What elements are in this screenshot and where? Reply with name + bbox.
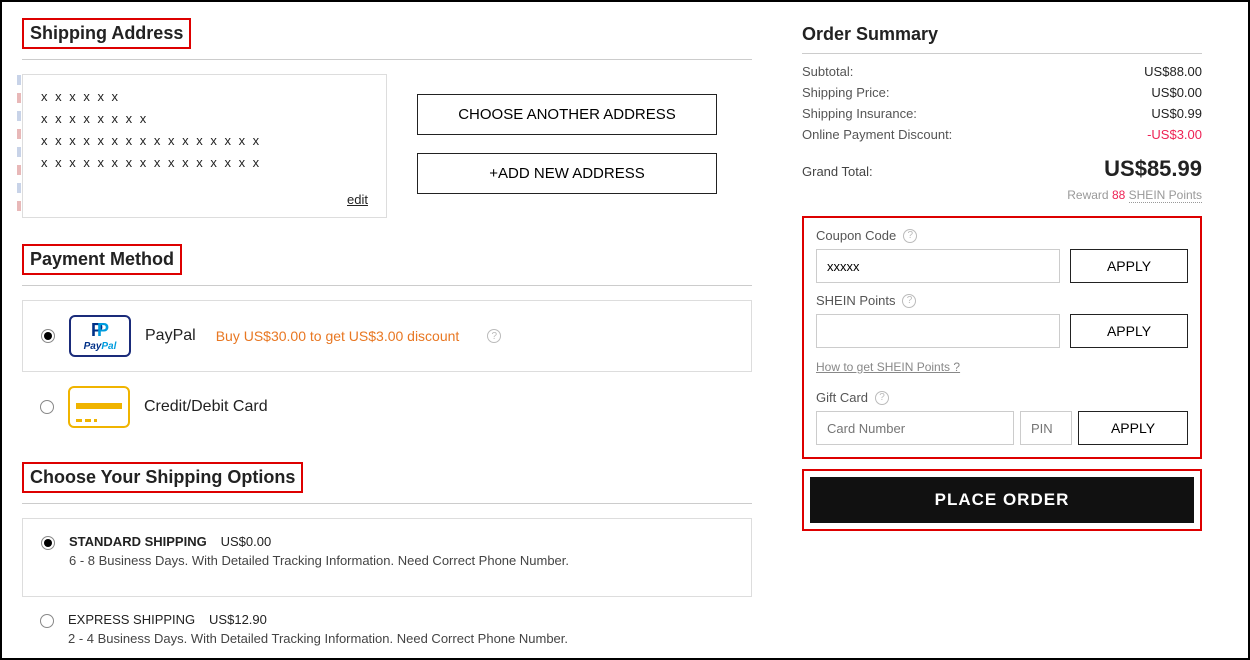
shipping-address-title: Shipping Address — [22, 18, 191, 49]
summary-row: Subtotal:US$88.00 — [802, 64, 1202, 79]
edit-address-link[interactable]: edit — [41, 192, 368, 207]
add-new-address-button[interactable]: +ADD NEW ADDRESS — [417, 153, 717, 194]
grand-total: Grand Total: US$85.99 — [802, 156, 1202, 182]
shein-points-label: SHEIN Points ? — [816, 293, 1188, 308]
radio-icon[interactable] — [40, 614, 54, 628]
coupon-code-input[interactable] — [816, 249, 1060, 283]
shipping-option-price: US$0.00 — [221, 534, 272, 549]
address-line: x x x x x x x x — [41, 111, 368, 126]
address-line: x x x x x x — [41, 89, 368, 104]
reward-points: Reward 88 SHEIN Points — [802, 188, 1202, 202]
apply-points-button[interactable]: APPLY — [1070, 314, 1188, 348]
address-card: x x x x x x x x x x x x x x x x x x x x … — [22, 74, 387, 218]
radio-icon[interactable] — [40, 400, 54, 414]
payment-method-title: Payment Method — [22, 244, 182, 275]
shein-points-input[interactable] — [816, 314, 1060, 348]
coupon-code-label: Coupon Code ? — [816, 228, 1188, 243]
shipping-option-express[interactable]: EXPRESS SHIPPING US$12.90 2 - 4 Business… — [22, 597, 752, 646]
radio-selected-icon[interactable] — [41, 536, 55, 550]
gift-card-number-input[interactable] — [816, 411, 1014, 445]
credit-card-icon — [68, 386, 130, 428]
help-icon[interactable]: ? — [487, 329, 501, 343]
summary-row: Shipping Price:US$0.00 — [802, 85, 1202, 100]
help-icon[interactable]: ? — [902, 294, 916, 308]
apply-coupon-button[interactable]: APPLY — [1070, 249, 1188, 283]
shipping-option-standard[interactable]: STANDARD SHIPPING US$0.00 6 - 8 Business… — [41, 533, 733, 568]
gift-card-label: Gift Card ? — [816, 390, 1188, 405]
help-icon[interactable]: ? — [875, 391, 889, 405]
apply-gift-card-button[interactable]: APPLY — [1078, 411, 1188, 445]
shipping-option-price: US$12.90 — [209, 612, 267, 627]
place-order-button[interactable]: PLACE ORDER — [810, 477, 1194, 523]
how-to-get-points-link[interactable]: How to get SHEIN Points ? — [816, 360, 960, 374]
shipping-option-desc: 6 - 8 Business Days. With Detailed Track… — [69, 553, 569, 568]
shipping-options-title: Choose Your Shipping Options — [22, 462, 303, 493]
summary-row: Online Payment Discount:-US$3.00 — [802, 127, 1202, 142]
address-line: x x x x x x x x x x x x x x x x — [41, 133, 368, 148]
payment-option-paypal[interactable]: PP PayPal PayPal Buy US$30.00 to get US$… — [22, 300, 752, 372]
shipping-option-desc: 2 - 4 Business Days. With Detailed Track… — [68, 631, 568, 646]
paypal-logo-icon: PP PayPal — [69, 315, 131, 357]
shipping-option-name: EXPRESS SHIPPING — [68, 612, 195, 627]
address-line: x x x x x x x x x x x x x x x x — [41, 155, 368, 170]
gift-card-pin-input[interactable] — [1020, 411, 1072, 445]
help-icon[interactable]: ? — [903, 229, 917, 243]
payment-promo-text: Buy US$30.00 to get US$3.00 discount — [216, 328, 460, 344]
shipping-option-name: STANDARD SHIPPING — [69, 534, 207, 549]
payment-option-card[interactable]: Credit/Debit Card — [22, 386, 752, 436]
choose-another-address-button[interactable]: CHOOSE ANOTHER ADDRESS — [417, 94, 717, 135]
summary-row: Shipping Insurance:US$0.99 — [802, 106, 1202, 121]
discounts-panel: Coupon Code ? APPLY SHEIN Points ? APPLY… — [802, 216, 1202, 459]
payment-label: Credit/Debit Card — [144, 398, 268, 416]
payment-label: PayPal — [145, 327, 196, 345]
radio-selected-icon[interactable] — [41, 329, 55, 343]
order-summary-title: Order Summary — [802, 24, 1202, 45]
